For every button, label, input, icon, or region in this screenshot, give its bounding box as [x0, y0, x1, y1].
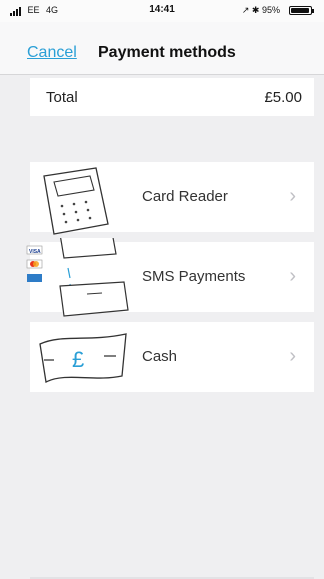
- method-label: SMS Payments: [142, 268, 246, 285]
- status-icons: ↗ ✱ 95%: [242, 5, 280, 16]
- method-label: Cash: [142, 348, 178, 365]
- status-bar: EE 4G 14:41 ↗ ✱ 95%: [0, 0, 324, 22]
- visa-logo: VISA: [29, 249, 41, 255]
- pound-symbol: £: [72, 347, 84, 372]
- method-cash[interactable]: £ Cash ›: [30, 322, 314, 392]
- card-reader-icon: [43, 167, 109, 235]
- battery-percent: 95%: [261, 5, 280, 15]
- battery-icon: [289, 6, 314, 15]
- total-label: Total: [46, 89, 78, 106]
- cancel-button[interactable]: Cancel: [27, 44, 77, 62]
- navigation-bar: Cancel Payment methods: [0, 22, 324, 75]
- screen: EE 4G 14:41 ↗ ✱ 95% Cancel Payment metho…: [0, 0, 324, 579]
- chevron-right-icon: ›: [289, 185, 296, 207]
- sms-payments-icon: VISA: [26, 238, 129, 317]
- method-card-reader[interactable]: Card Reader ›: [30, 162, 314, 235]
- location-icon: ↗: [241, 5, 250, 15]
- cash-icon: £: [39, 333, 127, 383]
- method-label: Card Reader: [142, 188, 228, 205]
- chevron-right-icon: ›: [289, 345, 296, 367]
- page-title: Payment methods: [98, 44, 236, 61]
- chevron-right-icon: ›: [289, 265, 296, 287]
- method-sms-payments[interactable]: VISA SMS Payments ›: [26, 238, 314, 317]
- total-value: £5.00: [264, 89, 302, 106]
- bluetooth-icon: ✱: [251, 5, 260, 15]
- total-row: Total £5.00: [30, 78, 314, 116]
